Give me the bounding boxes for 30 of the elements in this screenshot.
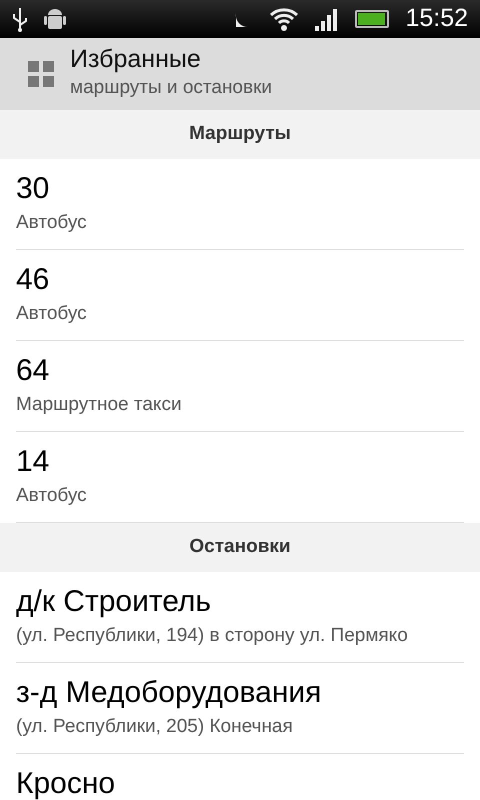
list-item[interactable]: д/к Строитель (ул. Республики, 194) в сторону ул. Пермяко: [16, 572, 464, 663]
item-subtitle: Автобус: [16, 211, 88, 235]
item-subtitle: (ул. Республики, 194) в сторону ул. Пермяко: [16, 624, 409, 648]
list-item[interactable]: Кросно: [16, 754, 464, 800]
wifi-icon: [269, 6, 300, 32]
list-item[interactable]: 30 Автобус: [16, 159, 464, 250]
item-title: 14: [16, 444, 50, 480]
section-header: Остановки: [189, 535, 291, 560]
item-title: з-д Медоборудования: [16, 675, 322, 711]
list-item[interactable]: 64 Маршрутное такси: [16, 341, 464, 432]
android-icon: [44, 6, 66, 32]
item-subtitle: Автобус: [16, 484, 88, 508]
header-subtitle: маршруты и остановки: [70, 76, 272, 100]
item-title: 30: [16, 171, 50, 207]
list-item[interactable]: 46 Автобус: [16, 250, 464, 341]
list-item[interactable]: з-д Медоборудования (ул. Республики, 205) Конечная: [16, 663, 464, 754]
item-title: 46: [16, 262, 50, 298]
signal-icon: [315, 7, 340, 31]
usb-icon: [12, 6, 28, 32]
item-subtitle: Автобус: [16, 302, 88, 326]
battery-icon: [355, 10, 390, 28]
grid-icon[interactable]: [28, 61, 54, 87]
item-title: 64: [16, 353, 50, 389]
item-title: Кросно: [16, 766, 116, 800]
header-title: Избранные: [70, 46, 202, 74]
clock-time: 15:52: [405, 3, 468, 34]
section-header: Маршруты: [189, 122, 291, 146]
item-subtitle: Маршрутное такси: [16, 393, 183, 417]
item-subtitle: (ул. Республики, 205) Конечная: [16, 715, 294, 739]
item-title: д/к Строитель: [16, 584, 212, 620]
